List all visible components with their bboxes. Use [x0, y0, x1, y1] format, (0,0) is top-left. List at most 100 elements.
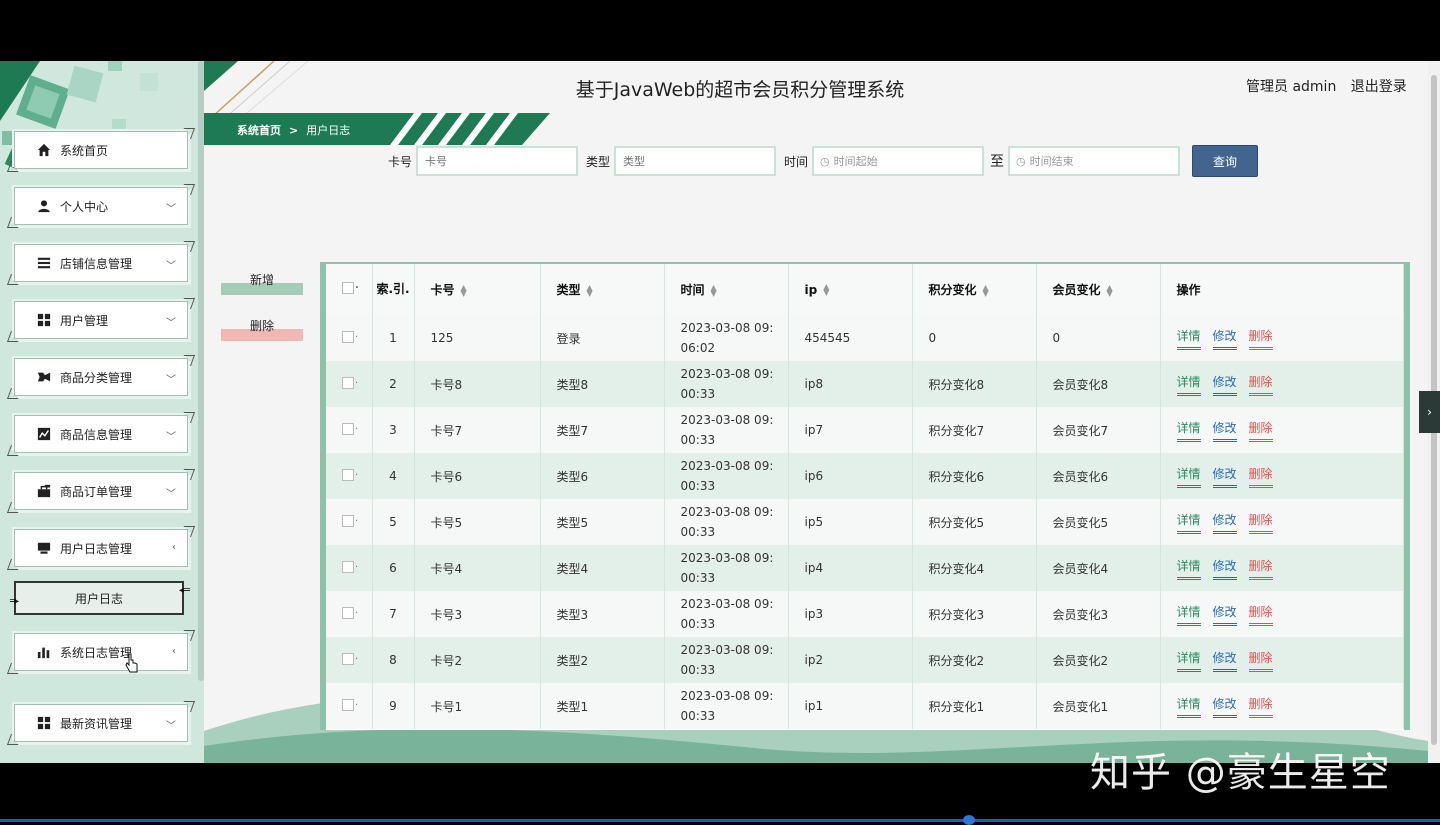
row-select-cell[interactable]	[326, 499, 373, 545]
add-button[interactable]: 新增	[221, 267, 303, 295]
row-time: 2023-03-08 09: 00:33	[664, 545, 789, 591]
delete-link[interactable]: 删除	[1248, 557, 1273, 580]
row-checkbox[interactable]	[342, 329, 358, 343]
row-select-cell[interactable]	[326, 637, 373, 683]
header-points-change[interactable]: 积分变化 ▲ ▼	[912, 264, 1037, 315]
delete-link[interactable]: 删除	[1248, 603, 1273, 626]
chevron-left-icon: ‹	[172, 646, 176, 657]
row-member-change: 会员变化4	[1036, 545, 1161, 591]
sidebar-item-order-management[interactable]: 商品订单管理 ﹀	[14, 472, 188, 510]
row-checkbox[interactable]	[342, 513, 358, 527]
detail-link[interactable]: 详情	[1176, 465, 1201, 488]
row-time-clock: 00:33	[680, 663, 716, 677]
detail-link[interactable]: 详情	[1176, 557, 1201, 580]
table-row: 4卡号6类型62023-03-08 09:00:33ip6积分变化6会员变化6详…	[326, 453, 1404, 499]
edit-link[interactable]: 修改	[1212, 327, 1237, 350]
detail-link[interactable]: 详情	[1176, 603, 1201, 626]
row-select-cell[interactable]	[326, 545, 373, 591]
sort-icon[interactable]: ▲ ▼	[1107, 283, 1113, 297]
row-select-cell[interactable]	[326, 453, 373, 499]
time-end-input[interactable]: ◷ 时间结束	[1008, 146, 1181, 176]
delete-link[interactable]: 删除	[1248, 419, 1273, 442]
edit-link[interactable]: 修改	[1212, 465, 1237, 488]
sort-icon[interactable]: ▲ ▼	[711, 283, 717, 297]
sidebar-item-personal-center[interactable]: 个人中心 ﹀	[14, 187, 188, 225]
detail-link[interactable]: 详情	[1176, 373, 1201, 396]
sort-icon[interactable]: ▲ ▼	[983, 283, 989, 297]
sort-icon[interactable]: ▲ ▼	[461, 283, 467, 297]
detail-link[interactable]: 详情	[1176, 695, 1201, 718]
row-member-change: 会员变化6	[1036, 453, 1161, 499]
sidebar-item-news-management[interactable]: 最新资讯管理 ﹀	[14, 704, 188, 742]
edit-link[interactable]: 修改	[1212, 557, 1237, 580]
sidebar-item-category-management[interactable]: 商品分类管理 ﹀	[14, 358, 188, 396]
edit-link[interactable]: 修改	[1212, 649, 1237, 672]
card-input[interactable]	[416, 146, 579, 176]
row-select-cell[interactable]	[326, 591, 373, 637]
header-select-all[interactable]	[326, 264, 373, 315]
detail-link[interactable]: 详情	[1176, 649, 1201, 672]
delete-link[interactable]: 删除	[1248, 649, 1273, 672]
edit-link[interactable]: 修改	[1212, 419, 1237, 442]
row-checkbox[interactable]	[342, 375, 358, 389]
row-select-cell[interactable]	[326, 407, 373, 453]
detail-link[interactable]: 详情	[1176, 327, 1201, 350]
row-checkbox[interactable]	[342, 559, 358, 573]
row-index: 7	[372, 591, 415, 637]
side-panel-toggle[interactable]: ›	[1419, 391, 1440, 433]
table-row: 2卡号8类型82023-03-08 09:00:33ip8积分变化8会员变化8详…	[326, 361, 1404, 407]
select-all-checkbox[interactable]	[342, 280, 359, 294]
header-card[interactable]: 卡号 ▲ ▼	[414, 264, 541, 315]
delete-link[interactable]: 删除	[1248, 327, 1273, 350]
detail-link[interactable]: 详情	[1176, 511, 1201, 534]
breadcrumb-home[interactable]: 系统首页	[237, 122, 281, 138]
edit-link[interactable]: 修改	[1212, 373, 1237, 396]
sort-icon[interactable]: ▲ ▼	[587, 283, 593, 297]
grid-icon	[37, 313, 51, 327]
row-time: 2023-03-08 09: 00:33	[664, 361, 789, 407]
header-time[interactable]: 时间 ▲ ▼	[664, 264, 789, 315]
sidebar-scrollbar[interactable]	[198, 61, 204, 681]
delete-link[interactable]: 删除	[1248, 695, 1273, 718]
row-checkbox[interactable]	[342, 651, 358, 665]
sidebar-item-user-management[interactable]: 用户管理 ﹀	[14, 301, 188, 339]
sidebar-item-user-log-management[interactable]: 用户日志管理 ‹	[14, 529, 188, 567]
delete-link[interactable]: 删除	[1248, 373, 1273, 396]
row-checkbox[interactable]	[342, 605, 358, 619]
row-checkbox[interactable]	[342, 421, 358, 435]
row-time-date: 2023-03-08 09:	[680, 597, 774, 611]
logout-button[interactable]: 退出登录	[1351, 79, 1407, 95]
row-points-change: 0	[912, 315, 1037, 361]
sort-icon[interactable]: ▲ ▼	[823, 283, 829, 297]
delete-link[interactable]: 删除	[1248, 511, 1273, 534]
row-index: 8	[372, 637, 415, 683]
sidebar-item-home[interactable]: 系统首页	[14, 131, 188, 169]
submenu-item-user-log[interactable]: ═▸ 用户日志 ◂═	[10, 581, 190, 615]
sidebar-item-product-info[interactable]: 商品信息管理 ﹀	[14, 415, 188, 453]
time-start-input[interactable]: ◷ 时间起始	[812, 146, 985, 176]
clock-icon: ◷	[820, 154, 830, 168]
sidebar-item-system-log-management[interactable]: 系统日志管理 ‹	[14, 633, 188, 671]
table-row: 7卡号3类型32023-03-08 09:00:33ip3积分变化3会员变化3详…	[326, 591, 1404, 637]
query-button[interactable]: 查询	[1192, 145, 1259, 177]
video-progress-bar[interactable]	[0, 819, 1440, 822]
delete-link[interactable]: 删除	[1248, 465, 1273, 488]
edit-link[interactable]: 修改	[1212, 603, 1237, 626]
row-select-cell[interactable]	[326, 361, 373, 407]
row-time: 2023-03-08 09: 00:33	[664, 637, 789, 683]
edit-link[interactable]: 修改	[1212, 695, 1237, 718]
sidebar-item-shop-info[interactable]: 店铺信息管理 ﹀	[14, 244, 188, 282]
detail-link[interactable]: 详情	[1176, 419, 1201, 442]
row-select-cell[interactable]	[326, 683, 373, 729]
row-select-cell[interactable]	[326, 315, 373, 361]
row-checkbox[interactable]	[342, 467, 358, 481]
header-member-change[interactable]: 会员变化 ▲ ▼	[1036, 264, 1161, 315]
chart-icon	[37, 427, 51, 441]
type-input[interactable]	[614, 146, 777, 176]
header-ip[interactable]: ip ▲ ▼	[788, 264, 913, 315]
edit-link[interactable]: 修改	[1212, 511, 1237, 534]
category-icon	[37, 372, 51, 382]
row-checkbox[interactable]	[342, 697, 358, 711]
header-type[interactable]: 类型 ▲ ▼	[540, 264, 665, 315]
batch-delete-button[interactable]: 删除	[221, 313, 303, 341]
